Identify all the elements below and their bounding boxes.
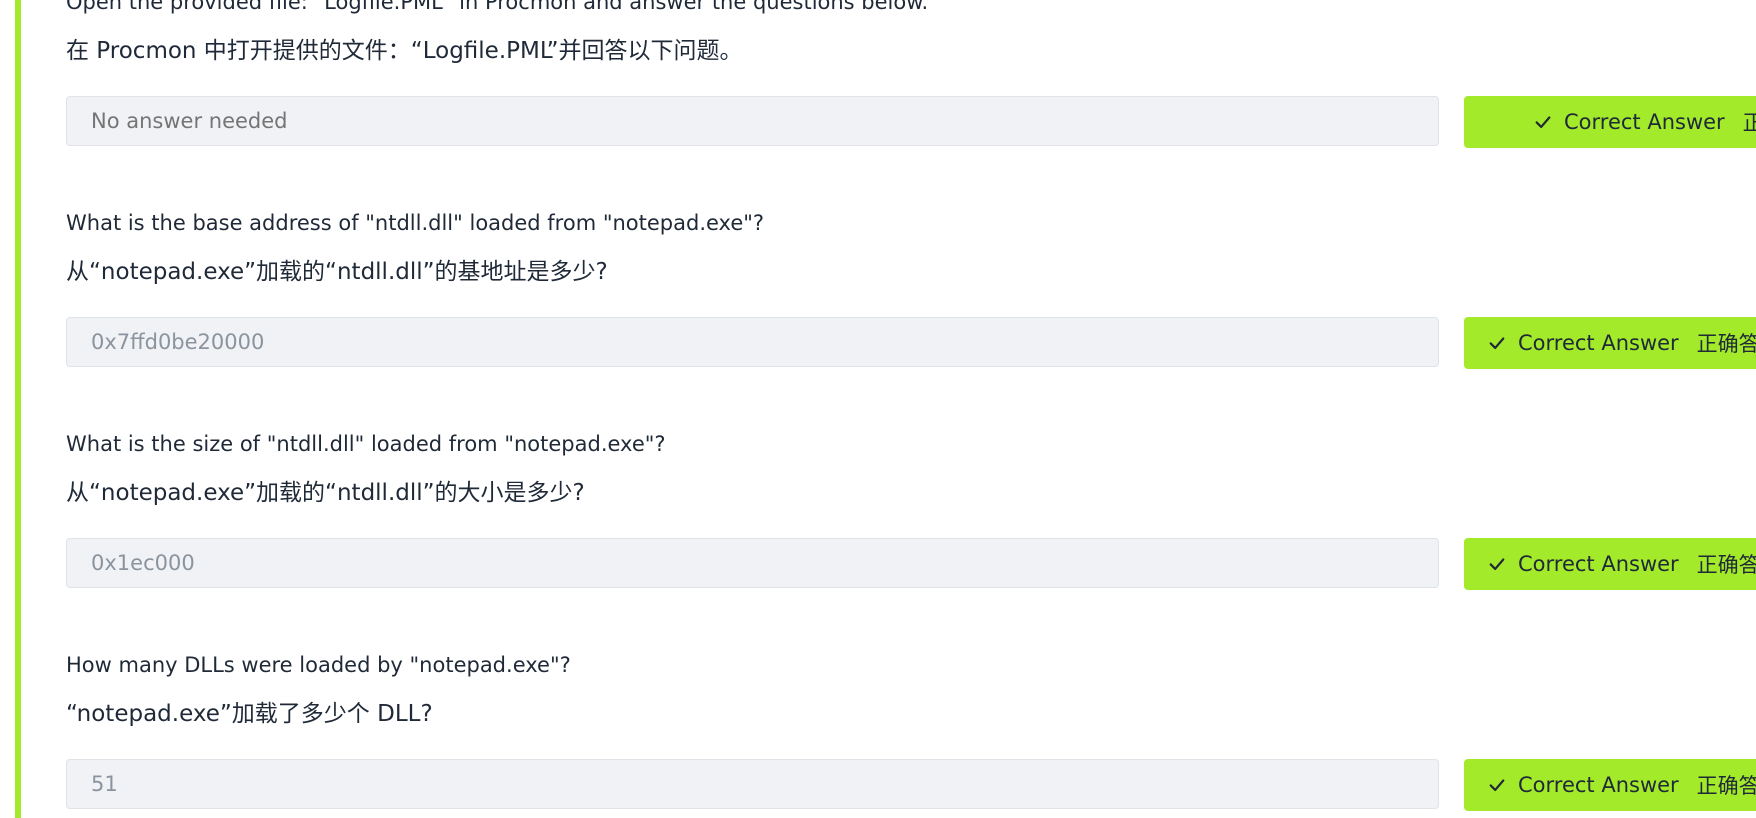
question-3-text-zh: 从“notepad.exe”加载的“ntdll.dll”的大小是多少? xyxy=(66,480,585,506)
question-4-text-zh: “notepad.exe”加载了多少个 DLL? xyxy=(66,701,433,727)
task-accent-bar xyxy=(15,0,21,818)
question-3-text-en: What is the size of "ntdll.dll" loaded f… xyxy=(66,432,666,456)
question-2-text-zh: 从“notepad.exe”加载的“ntdll.dll”的基地址是多少? xyxy=(66,259,608,285)
correct-answer-label-zh: 正确答 xyxy=(1696,774,1756,798)
question-4: How many DLLs were loaded by "notepad.ex… xyxy=(66,637,1756,818)
check-icon xyxy=(1489,779,1505,792)
question-1-text-en: Open the provided file: "Logfile.PML" in… xyxy=(66,0,929,14)
task-questions-page: Open the provided file: "Logfile.PML" in… xyxy=(0,0,1756,818)
question-1-answer-input[interactable] xyxy=(66,96,1439,146)
question-1-correct-answer-button[interactable]: Correct Answer 正 xyxy=(1464,96,1756,148)
question-3: What is the size of "ntdll.dll" loaded f… xyxy=(66,416,1756,637)
correct-answer-label-zh: 正 xyxy=(1742,111,1756,135)
question-2: What is the base address of "ntdll.dll" … xyxy=(66,195,1756,416)
question-3-answer-row: Correct Answer 正确答 xyxy=(66,538,1756,592)
correct-answer-label: Correct Answer xyxy=(1518,331,1679,355)
question-2-text-en: What is the base address of "ntdll.dll" … xyxy=(66,211,765,235)
check-icon xyxy=(1535,116,1551,129)
correct-answer-label: Correct Answer xyxy=(1518,552,1679,576)
question-2-answer-input[interactable] xyxy=(66,317,1439,367)
correct-answer-label-zh: 正确答 xyxy=(1696,332,1756,356)
question-4-answer-input[interactable] xyxy=(66,759,1439,809)
correct-answer-label: Correct Answer xyxy=(1518,773,1679,797)
question-3-answer-input[interactable] xyxy=(66,538,1439,588)
check-icon xyxy=(1489,337,1505,350)
question-1-answer-row: Correct Answer 正 xyxy=(66,96,1756,150)
question-3-correct-answer-button[interactable]: Correct Answer 正确答 xyxy=(1464,538,1756,590)
question-1-text-zh: 在 Procmon 中打开提供的文件：“Logfile.PML”并回答以下问题。 xyxy=(66,38,743,64)
correct-answer-label-zh: 正确答 xyxy=(1696,553,1756,577)
question-2-correct-answer-button[interactable]: Correct Answer 正确答 xyxy=(1464,317,1756,369)
questions-list: Open the provided file: "Logfile.PML" in… xyxy=(66,0,1756,818)
question-4-correct-answer-button[interactable]: Correct Answer 正确答 xyxy=(1464,759,1756,811)
question-4-text-en: How many DLLs were loaded by "notepad.ex… xyxy=(66,653,571,677)
check-icon xyxy=(1489,558,1505,571)
question-4-answer-row: Correct Answer 正确答 xyxy=(66,759,1756,813)
question-2-answer-row: Correct Answer 正确答 xyxy=(66,317,1756,371)
correct-answer-label: Correct Answer xyxy=(1564,110,1725,134)
question-1: Open the provided file: "Logfile.PML" in… xyxy=(66,0,1756,195)
